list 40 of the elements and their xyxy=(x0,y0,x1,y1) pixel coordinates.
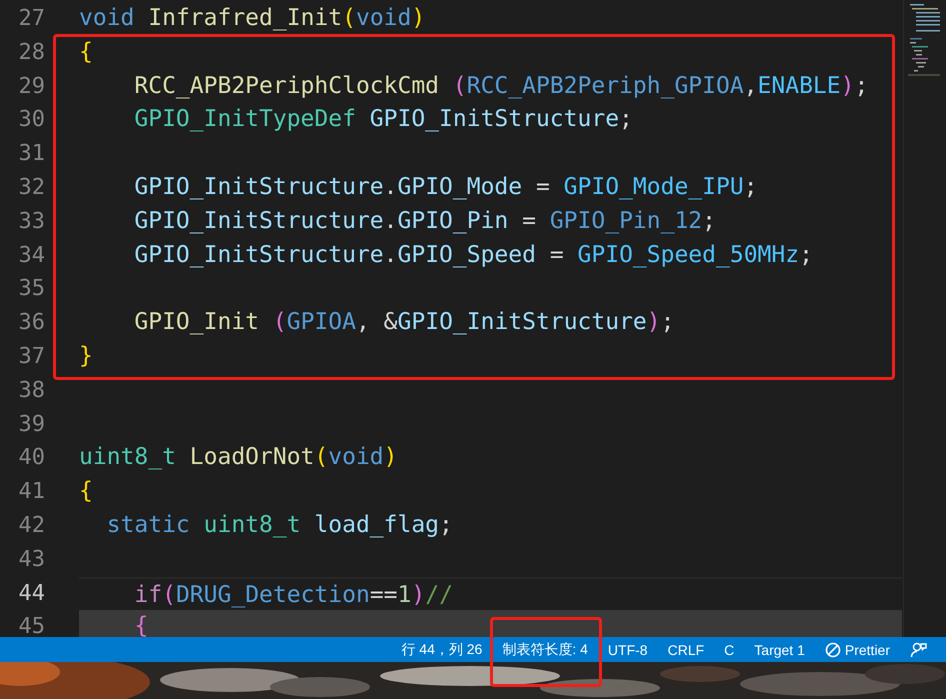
prohibited-icon xyxy=(824,642,841,658)
code-line: GPIO_Init (GPIOA, &GPIO_InitStructure); xyxy=(133,308,676,338)
code-line: } xyxy=(79,342,94,371)
status-item[interactable]: Target 1 xyxy=(754,642,805,658)
line-number: 33 xyxy=(18,208,46,236)
line-number: 43 xyxy=(18,546,46,574)
line-number: 28 xyxy=(18,38,46,67)
code-line: GPIO_InitStructure.GPIO_Speed = GPIO_Speed_50MHz; xyxy=(133,240,814,270)
status-item[interactable]: C xyxy=(724,642,734,658)
line-number: 40 xyxy=(18,444,46,472)
line-number: 29 xyxy=(18,72,46,101)
line-number: 34 xyxy=(18,242,46,270)
code-line: RCC_APB2PeriphClockCmd (RCC_APB2Periph_GPIOA,ENABLE); xyxy=(133,72,870,101)
line-number: 35 xyxy=(18,275,46,304)
code-line: { xyxy=(79,38,94,67)
line-number: 37 xyxy=(18,342,46,371)
code-line: static uint8_t load_flag; xyxy=(106,510,454,540)
line-number: 42 xyxy=(18,512,46,540)
line-number: 39 xyxy=(18,410,46,439)
line-number: 41 xyxy=(18,478,46,506)
status-item[interactable]: UTF-8 xyxy=(608,642,648,658)
code-line: GPIO_InitTypeDef GPIO_InitStructure; xyxy=(133,105,634,134)
line-number: 38 xyxy=(18,376,46,405)
status-item[interactable]: Prettier xyxy=(844,642,890,658)
code-line: GPIO_InitStructure.GPIO_Mode = GPIO_Mode_IPU; xyxy=(133,172,759,202)
line-number: 36 xyxy=(18,309,46,338)
code-line: uint8_t LoadOrNot(void) xyxy=(79,443,399,472)
feedback-icon[interactable] xyxy=(910,640,928,658)
status-item[interactable]: CRLF xyxy=(668,642,704,658)
line-number: 30 xyxy=(18,106,46,134)
code-line: GPIO_InitStructure.GPIO_Pin = GPIO_Pin_12; xyxy=(133,206,718,236)
status-item[interactable]: 制表符长度: 4 xyxy=(502,640,588,658)
status-item[interactable]: 行 44，列 26 xyxy=(401,640,482,658)
line-number: 32 xyxy=(18,174,46,202)
line-number: 31 xyxy=(18,140,46,168)
line-number: 27 xyxy=(18,5,46,33)
code-line: { xyxy=(79,477,94,506)
code-line: void Infrafred_Init(void) xyxy=(79,4,426,33)
line-number: 45 xyxy=(18,613,46,637)
line-number: 44 xyxy=(18,580,46,608)
